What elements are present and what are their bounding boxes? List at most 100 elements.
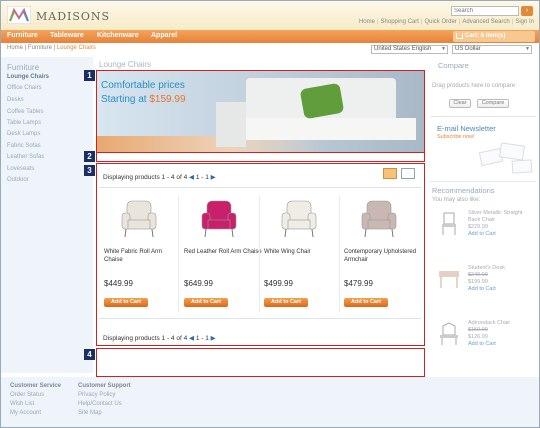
clear-button[interactable]: Clear [449,99,471,108]
product-name[interactable]: Red Leather Roll Arm Chaise [184,248,262,256]
sidebar-item[interactable]: Lounge Chairs [7,74,49,80]
footer-link-order-status[interactable]: Order Status [10,392,44,398]
sidebar-item[interactable]: Table Lamps [7,120,41,126]
sidebar-item[interactable]: Fabric Sofas [7,143,41,149]
add-to-cart-button[interactable]: Add to Cart [344,298,388,307]
rec-add-to-cart[interactable]: Add to Cart [468,231,534,238]
product-divider [259,196,260,312]
newsletter-subscribe-link[interactable]: Subscribe now! [437,134,475,140]
pager-top: Displaying products 1 - 4 of 4 ◀ 1 - 1 ▶ [103,173,216,181]
pager-text: Displaying products 1 - 4 of 4 [103,335,188,342]
product-image[interactable] [120,199,158,239]
product-name[interactable]: White Fabric Roll Arm Chaise [104,248,182,264]
breadcrumb-separator: | [24,45,27,51]
recommendations-title: Recommendations [432,186,495,195]
desk-image[interactable] [438,266,460,290]
language-select[interactable]: United States English ▼ [371,45,448,54]
recommendation-item: Adirondack Chair $159.99 $126.99 Add to … [468,320,534,348]
footer-customer-service-title: Customer Service [10,383,62,389]
nav-item-tableware[interactable]: Tableware [50,32,84,39]
toplink-home[interactable]: Home [359,19,375,25]
footer-link-my-account[interactable]: My Account [10,410,41,416]
divider [99,318,421,319]
sidebar-item[interactable]: Leather Sofas [7,154,44,160]
cart-button[interactable]: Cart: 0 item(s) [453,31,535,42]
product-image[interactable] [360,199,398,239]
compare-button[interactable]: Compare [477,99,509,108]
callout-3: 3 [84,165,95,176]
breadcrumb-separator: | [53,45,56,51]
product-price: $479.99 [344,279,373,288]
envelope-icon [511,159,533,174]
rec-price: $229.99 [468,224,488,230]
breadcrumb-home[interactable]: Home [7,45,23,51]
toplink-advanced-search[interactable]: Advanced Search [462,19,509,25]
adirondack-chair-image[interactable] [438,322,460,346]
product-name[interactable]: White Wing Chair [264,248,342,256]
toplink-sign-in[interactable]: Sign In [515,19,534,25]
pager-pages: 1 - 1 [195,335,209,342]
chair-image[interactable] [438,212,460,236]
footer-link-site-map[interactable]: Site Map [78,410,102,416]
product-name[interactable]: Contemporary Upholstered Armchair [344,248,422,264]
product-card: White Fabric Roll Arm Chaise $449.99 Add t… [104,196,182,312]
envelope-icon [499,142,525,161]
compare-text: Drag products here to compare [432,83,516,89]
sidebar-item[interactable]: Desks [7,97,24,103]
sidebar-item[interactable]: Loveseats [7,166,34,172]
search-input[interactable] [451,6,519,16]
product-image[interactable] [200,199,238,239]
nav-item-furniture[interactable]: Furniture [7,32,38,39]
add-to-cart-button[interactable]: Add to Cart [104,298,148,307]
compare-title: Compare [438,61,469,70]
product-card: Red Leather Roll Arm Chaise $649.99 Add to… [184,196,262,312]
main-nav: Furniture Tableware Kitchenware Apparel … [1,30,539,43]
pager-next-icon[interactable]: ▶ [211,335,216,342]
rec-add-to-cart[interactable]: Add to Cart [468,341,534,348]
newsletter-title[interactable]: E-mail Newsletter [437,124,496,133]
search-button[interactable]: › [521,6,533,16]
sidebar-item[interactable]: Desk Lamps [7,131,40,137]
rec-name[interactable]: Student's Desk [468,265,534,272]
recommendation-item: Student's Desk $249.99 $199.99 Add to Ca… [468,265,534,293]
sidebar-title: Furniture [7,63,40,72]
rec-name[interactable]: Silver Metallic Straight Back Chair [468,210,534,224]
breadcrumb: Home | Furniture | Lounge Chairs [7,45,96,51]
pager-bottom: Displaying products 1 - 4 of 4 ◀ 1 - 1 ▶ [103,334,216,342]
region-2-outline [96,152,425,162]
product-price: $449.99 [104,279,133,288]
list-view-icon[interactable] [401,168,415,179]
product-divider [178,196,179,312]
sidebar-item[interactable]: Office Chairs [7,85,42,91]
currency-select[interactable]: US Dollar ▼ [452,45,532,54]
nav-item-apparel[interactable]: Apparel [151,32,177,39]
footer-link-wish-list[interactable]: Wish List [10,401,34,407]
pager-prev-icon[interactable]: ◀ [189,174,194,181]
recommendation-item: Silver Metallic Straight Back Chair $229… [468,210,534,238]
toplink-quick-order[interactable]: Quick Order [424,19,456,25]
footer-link-privacy-policy[interactable]: Privacy Policy [78,392,115,398]
footer-link-help-contact[interactable]: Help/Contact Us [78,401,122,407]
pager-prev-icon[interactable]: ◀ [189,335,194,342]
product-image[interactable] [280,199,318,239]
cart-icon [456,33,463,39]
breadcrumb-furniture[interactable]: Furniture [28,45,52,51]
breadcrumb-current: Lounge Chairs [56,45,96,51]
toplink-shopping-cart[interactable]: Shopping Cart [381,19,419,25]
product-price: $649.99 [184,279,213,288]
add-to-cart-button[interactable]: Add to Cart [184,298,228,307]
nav-item-kitchenware[interactable]: Kitchenware [97,32,139,39]
recommendations-subtitle: You may also like: [432,197,481,203]
logo-mark-icon[interactable] [7,6,31,24]
pager-next-icon[interactable]: ▶ [211,174,216,181]
rec-name[interactable]: Adirondack Chair [468,320,534,327]
logo-text[interactable]: MADISONS [36,10,110,23]
rec-add-to-cart[interactable]: Add to Cart [468,286,534,293]
sidebar-item[interactable]: Coffee Tables [7,109,43,115]
add-to-cart-button[interactable]: Add to Cart [264,298,308,307]
top-links: Home | Shopping Cart | Quick Order | Advanced … [358,19,534,25]
region-1-outline [96,70,425,153]
grid-view-icon[interactable] [383,168,397,179]
sidebar-item[interactable]: Outdoor [7,177,29,183]
page-title: Lounge Chairs [99,60,152,69]
